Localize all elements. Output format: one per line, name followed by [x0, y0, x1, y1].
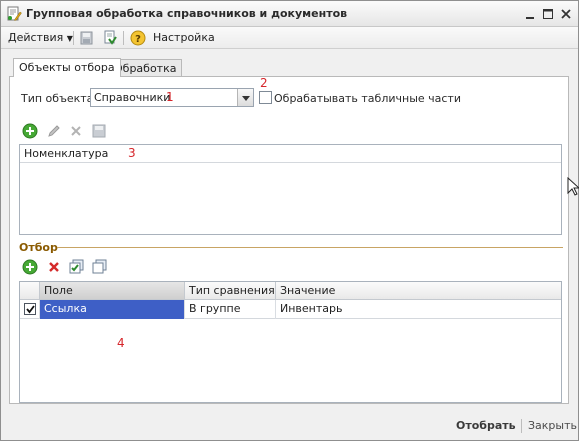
table-row[interactable]: Ссылка В группе Инвентарь: [20, 300, 561, 319]
object-type-value: Справочники: [94, 91, 171, 104]
annotation-marker: 3: [128, 146, 136, 160]
row-checkbox[interactable]: [24, 303, 36, 315]
processing-window: Групповая обработка справочников и докум…: [0, 0, 579, 441]
table-header[interactable]: Поле: [40, 282, 185, 300]
filter-table: Поле Тип сравнения Значение Ссылка В гру…: [19, 281, 562, 403]
maximize-icon[interactable]: [540, 6, 556, 22]
objects-list[interactable]: Номенклатура: [19, 144, 562, 235]
settings-button[interactable]: Настройка: [153, 30, 215, 46]
help-icon[interactable]: ?: [130, 30, 146, 46]
title-bar: Групповая обработка справочников и докум…: [1, 1, 578, 27]
check-all-icon[interactable]: [69, 259, 85, 275]
mouse-cursor-icon: [567, 176, 579, 200]
close-button[interactable]: Закрыть: [528, 419, 577, 432]
edit-icon[interactable]: [46, 123, 62, 139]
filter-section-title: Отбор: [19, 241, 58, 254]
add-icon[interactable]: [22, 259, 38, 275]
tab-selection-objects[interactable]: Объекты отбора: [13, 58, 121, 77]
actions-menu-label: Действия: [8, 31, 64, 44]
minimize-icon[interactable]: [522, 6, 538, 22]
toolbar-separator: [73, 31, 74, 45]
table-cell-value[interactable]: Инвентарь: [276, 300, 561, 319]
annotation-marker: 1: [166, 90, 174, 104]
toolbar-separator: [123, 31, 124, 45]
save-settings-icon[interactable]: [79, 30, 95, 46]
row-checkbox-cell[interactable]: [20, 300, 40, 319]
table-header-check: [20, 282, 40, 300]
process-tabular-checkbox[interactable]: [259, 91, 272, 104]
select-button[interactable]: Отобрать: [456, 419, 516, 432]
dropdown-arrow-icon: ▼: [66, 34, 73, 43]
window-title: Групповая обработка справочников и докум…: [26, 7, 348, 20]
delete-icon[interactable]: [46, 259, 62, 275]
close-icon[interactable]: [558, 6, 574, 22]
table-header[interactable]: Значение: [276, 282, 561, 300]
add-icon[interactable]: [22, 123, 38, 139]
footer-bar: Отобрать Закрыть: [1, 411, 578, 440]
footer-separator: [521, 419, 522, 433]
process-tabular-label: Обрабатывать табличные части: [274, 92, 461, 105]
command-bar: Действия ▼ ? Настройка: [1, 27, 578, 49]
table-cell-field[interactable]: Ссылка: [40, 300, 185, 319]
uncheck-all-icon[interactable]: [92, 259, 108, 275]
delete-icon[interactable]: [68, 123, 84, 139]
table-header[interactable]: Тип сравнения: [185, 282, 276, 300]
actions-menu[interactable]: Действия ▼: [8, 30, 73, 46]
restore-settings-icon[interactable]: [102, 30, 118, 46]
table-cell-comparison[interactable]: В группе: [185, 300, 276, 319]
section-divider: [57, 247, 563, 248]
annotation-marker: 4: [117, 336, 125, 350]
svg-text:?: ?: [135, 34, 141, 45]
object-type-label: Тип объекта:: [21, 92, 98, 105]
chevron-down-icon[interactable]: [237, 89, 253, 106]
list-item-label: Номенклатура: [24, 147, 109, 160]
save-icon[interactable]: [91, 123, 107, 139]
form-edit-icon: [6, 6, 22, 22]
annotation-marker: 2: [260, 76, 268, 90]
list-item[interactable]: Номенклатура: [20, 145, 561, 163]
